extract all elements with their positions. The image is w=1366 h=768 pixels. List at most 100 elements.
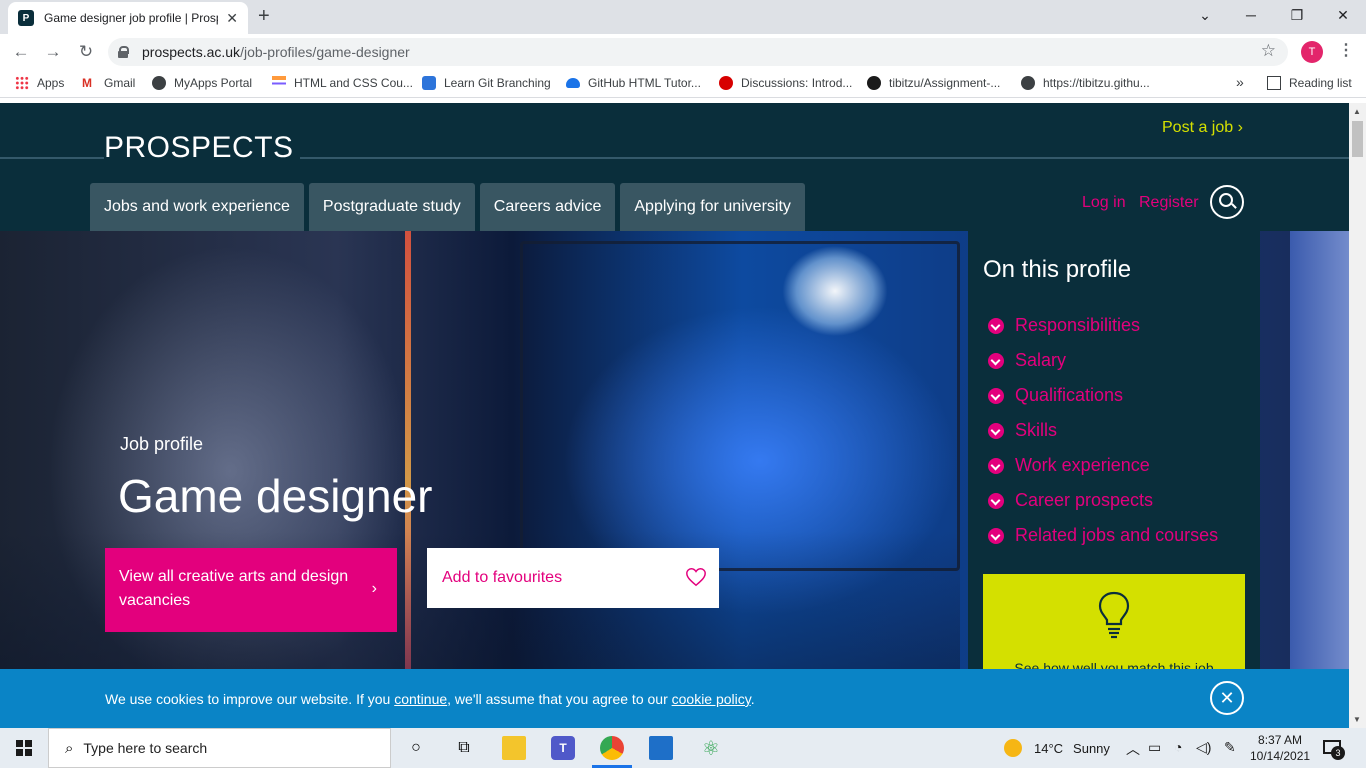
prospects-favicon-icon: P	[18, 10, 34, 26]
file-explorer-icon[interactable]	[502, 736, 526, 760]
window-dropdown-icon[interactable]: ⌄	[1182, 0, 1228, 30]
github-icon	[867, 76, 881, 90]
bookmark-label: HTML and CSS Cou...	[294, 76, 413, 90]
prospects-logo[interactable]: PROSPECTS	[104, 131, 300, 165]
bookmark-github-repo[interactable]: tibitzu/Assignment-...	[867, 76, 1000, 90]
profile-link-label: Qualifications	[1015, 385, 1124, 405]
bookmark-myapps[interactable]: MyApps Portal	[152, 76, 252, 90]
teams-icon[interactable]: T	[551, 736, 575, 760]
bookmark-github-pages[interactable]: https://tibitzu.githu...	[1021, 76, 1150, 90]
view-vacancies-button[interactable]: View all creative arts and design vacanc…	[105, 548, 397, 632]
cortana-icon[interactable]: ○	[404, 736, 428, 760]
weather-desc: Sunny	[1073, 740, 1110, 756]
profile-link-salary[interactable]: Salary	[988, 343, 1218, 378]
profile-link-career-prospects[interactable]: Career prospects	[988, 483, 1218, 518]
profile-link-related-jobs[interactable]: Related jobs and courses	[988, 518, 1218, 553]
kebab-menu-icon[interactable]: ⋮	[1338, 40, 1354, 60]
bookmark-label: GitHub HTML Tutor...	[588, 76, 701, 90]
task-view-icon[interactable]: ⧉	[452, 736, 476, 760]
restore-button[interactable]: ❐	[1274, 0, 1320, 30]
tab-title: Game designer job profile | Prospects.ac…	[44, 11, 218, 25]
atom-icon[interactable]: ⚛	[699, 736, 723, 760]
bookmark-label: https://tibitzu.githu...	[1043, 76, 1150, 90]
nav-tab-postgraduate[interactable]: Postgraduate study	[308, 183, 475, 231]
profile-link-label: Skills	[1015, 420, 1058, 440]
clock-date: 10/14/2021	[1250, 749, 1311, 763]
bookmark-html-css[interactable]: HTML and CSS Cou...	[272, 76, 413, 90]
add-to-favourites-button[interactable]: Add to favourites	[427, 548, 719, 608]
search-icon[interactable]	[1210, 185, 1244, 219]
course-icon	[272, 76, 286, 90]
taskbar-search-placeholder: Type here to search	[83, 740, 208, 756]
globe-icon	[1021, 76, 1035, 90]
check-circle-icon	[988, 422, 1004, 439]
tray-chevron-up-icon[interactable]: ︿	[1126, 739, 1140, 759]
profile-links: Responsibilities Salary Qualifications S…	[988, 308, 1218, 553]
cookie-continue-link[interactable]: continue	[394, 691, 447, 707]
bookmark-gmail[interactable]: M Gmail	[82, 76, 135, 90]
chevron-right-icon: ›	[371, 580, 377, 597]
volume-icon[interactable]: ◁)	[1196, 739, 1211, 756]
bookmarks-bar: Apps M Gmail MyApps Portal HTML and CSS C…	[0, 70, 1366, 98]
bookmark-git-branching[interactable]: Learn Git Branching	[422, 76, 551, 90]
hero-monitor-image	[520, 241, 960, 571]
url-domain: prospects.ac.uk	[142, 44, 241, 60]
address-bar[interactable]: prospects.ac.uk /job-profiles/game-desig…	[108, 38, 1288, 66]
check-circle-icon	[988, 457, 1004, 474]
scroll-up-arrow-icon[interactable]: ▲	[1353, 107, 1361, 116]
scroll-down-arrow-icon[interactable]: ▼	[1353, 715, 1361, 724]
taskbar-search-box[interactable]: ⌕ Type here to search	[48, 728, 391, 768]
cookie-policy-link[interactable]: cookie policy	[672, 691, 751, 707]
forward-arrow-icon[interactable]: →	[42, 41, 64, 63]
cloud-icon	[566, 78, 580, 88]
page-scrollbar[interactable]: ▲ ▼	[1349, 103, 1366, 728]
log-in-link[interactable]: Log in	[1082, 194, 1126, 212]
register-link[interactable]: Register	[1139, 194, 1199, 212]
wifi-icon[interactable]: ◔	[1174, 739, 1182, 755]
reload-icon[interactable]: ↻	[75, 41, 97, 63]
bookmark-apps[interactable]: Apps	[15, 76, 64, 90]
pen-icon[interactable]: ✎	[1224, 739, 1236, 756]
post-a-job-link[interactable]: Post a job ›	[1162, 119, 1243, 137]
git-icon	[422, 76, 436, 90]
close-icon[interactable]: ✕	[1210, 681, 1244, 715]
nav-tab-applying-university[interactable]: Applying for university	[620, 183, 805, 231]
lock-icon[interactable]	[118, 46, 129, 58]
hero-side-light	[1290, 231, 1349, 728]
battery-icon[interactable]: ▭	[1148, 739, 1161, 756]
profile-link-work-experience[interactable]: Work experience	[988, 448, 1218, 483]
notification-count-badge: 3	[1331, 746, 1345, 760]
back-arrow-icon[interactable]: ←	[10, 41, 32, 63]
close-window-button[interactable]: ✕	[1320, 0, 1366, 30]
minimize-button[interactable]: ─	[1228, 0, 1274, 30]
bookmarks-overflow-icon[interactable]: »	[1236, 74, 1244, 90]
weather-widget[interactable]: 14°C Sunny	[1004, 739, 1110, 757]
check-circle-icon	[988, 387, 1004, 404]
photos-icon[interactable]	[649, 736, 673, 760]
windows-start-icon[interactable]	[16, 740, 32, 756]
scrollbar-thumb[interactable]	[1352, 121, 1363, 157]
windows-taskbar: ⌕ Type here to search ○ ⧉ T ⚛ 14°C Sunny…	[0, 728, 1366, 768]
profile-link-qualifications[interactable]: Qualifications	[988, 378, 1218, 413]
browser-tab[interactable]: P Game designer job profile | Prospects.…	[8, 2, 248, 34]
bookmark-github-html[interactable]: GitHub HTML Tutor...	[566, 76, 701, 90]
cookie-message: We use cookies to improve our website. I…	[105, 691, 755, 707]
profile-link-label: Related jobs and courses	[1015, 525, 1219, 545]
profile-link-skills[interactable]: Skills	[988, 413, 1218, 448]
nav-tab-careers-advice[interactable]: Careers advice	[479, 183, 616, 231]
url-path: /job-profiles/game-designer	[240, 44, 410, 60]
new-tab-button[interactable]: +	[258, 6, 270, 26]
chrome-icon[interactable]	[600, 736, 624, 760]
bookmark-discussions[interactable]: Discussions: Introd...	[719, 76, 852, 90]
profile-link-responsibilities[interactable]: Responsibilities	[988, 308, 1218, 343]
nav-tab-jobs[interactable]: Jobs and work experience	[90, 183, 304, 231]
tab-close-icon[interactable]: ✕	[226, 10, 238, 27]
system-clock[interactable]: 8:37 AM 10/14/2021	[1250, 732, 1310, 764]
bookmark-star-icon[interactable]: ☆	[1261, 41, 1276, 61]
lightbulb-icon	[1098, 591, 1130, 639]
on-this-profile-panel: On this profile Responsibilities Salary …	[968, 231, 1260, 728]
heart-icon	[686, 568, 706, 587]
profile-avatar[interactable]: T	[1301, 41, 1323, 63]
reading-list-button[interactable]: Reading list	[1267, 76, 1352, 90]
profile-link-label: Salary	[1015, 350, 1067, 370]
